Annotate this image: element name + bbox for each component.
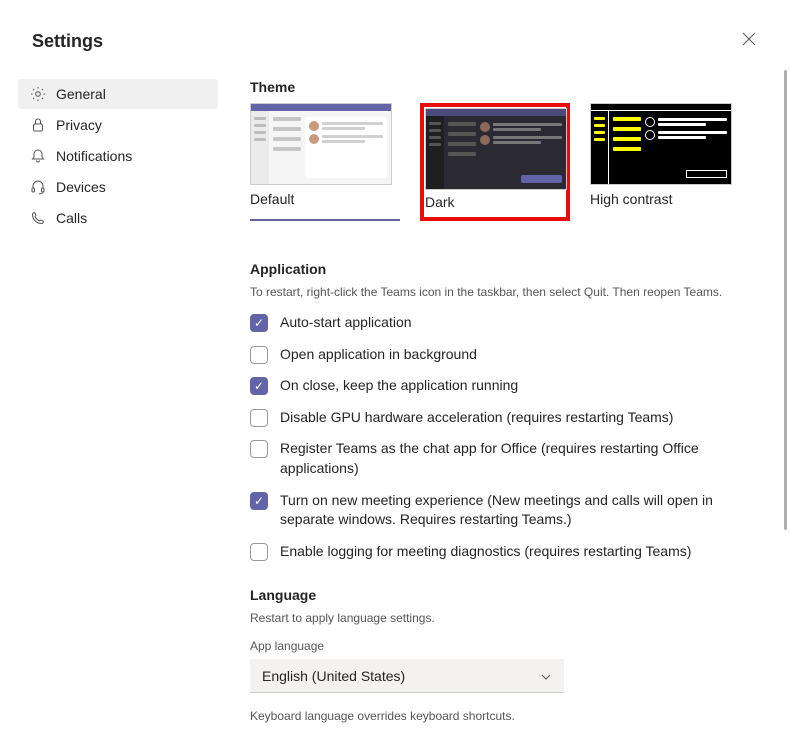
checkbox-row-register-chat: Register Teams as the chat app for Offic… — [250, 439, 760, 478]
app-language-label: App language — [250, 639, 760, 653]
sidebar-item-general[interactable]: General — [18, 79, 218, 109]
sidebar-item-label: Privacy — [56, 117, 102, 133]
language-section: Language Restart to apply language setti… — [250, 587, 760, 723]
theme-heading: Theme — [250, 79, 760, 95]
page-title: Settings — [32, 31, 103, 52]
application-subtext: To restart, right-click the Teams icon i… — [250, 285, 760, 299]
scrollbar[interactable] — [784, 70, 787, 530]
application-heading: Application — [250, 261, 760, 277]
sidebar-item-label: General — [56, 86, 106, 102]
close-icon[interactable] — [734, 28, 764, 55]
checkbox-row-open-background: Open application in background — [250, 345, 760, 365]
sidebar-item-privacy[interactable]: Privacy — [18, 110, 218, 140]
theme-option-default[interactable]: Default — [250, 103, 400, 221]
sidebar-item-notifications[interactable]: Notifications — [18, 141, 218, 171]
theme-section: Theme — [250, 79, 760, 221]
checkbox-label: On close, keep the application running — [280, 376, 518, 396]
sidebar-item-label: Devices — [56, 179, 106, 195]
theme-option-dark[interactable]: Dark — [420, 103, 570, 221]
theme-preview-dark — [425, 108, 567, 190]
checkbox-disable-gpu[interactable] — [250, 409, 268, 427]
checkbox-row-new-meeting: Turn on new meeting experience (New meet… — [250, 491, 760, 530]
bell-icon — [30, 148, 46, 164]
checkbox-label: Open application in background — [280, 345, 477, 365]
headset-icon — [30, 179, 46, 195]
checkbox-new-meeting[interactable] — [250, 492, 268, 510]
keyboard-note: Keyboard language overrides keyboard sho… — [250, 709, 760, 723]
app-language-value: English (United States) — [262, 668, 405, 684]
app-language-select[interactable]: English (United States) — [250, 659, 564, 693]
checkbox-label: Auto-start application — [280, 313, 412, 333]
checkbox-label: Turn on new meeting experience (New meet… — [280, 491, 760, 530]
checkbox-open-background[interactable] — [250, 346, 268, 364]
sidebar-item-label: Calls — [56, 210, 87, 226]
checkbox-row-enable-logging: Enable logging for meeting diagnostics (… — [250, 542, 760, 562]
checkbox-row-on-close: On close, keep the application running — [250, 376, 760, 396]
theme-preview-high-contrast — [590, 103, 732, 185]
sidebar-item-calls[interactable]: Calls — [18, 203, 218, 233]
language-heading: Language — [250, 587, 760, 603]
checkbox-label: Disable GPU hardware acceleration (requi… — [280, 408, 673, 428]
theme-option-high-contrast[interactable]: High contrast — [590, 103, 740, 221]
lock-icon — [30, 117, 46, 133]
checkbox-label: Enable logging for meeting diagnostics (… — [280, 542, 691, 562]
sidebar: General Privacy Notifications Devices Ca — [18, 71, 218, 749]
theme-label: Default — [250, 191, 400, 211]
gear-icon — [30, 86, 46, 102]
chevron-down-icon — [540, 670, 552, 682]
checkbox-row-auto-start: Auto-start application — [250, 313, 760, 333]
theme-preview-default — [250, 103, 392, 185]
checkbox-auto-start[interactable] — [250, 314, 268, 332]
language-subtext: Restart to apply language settings. — [250, 611, 760, 625]
checkbox-enable-logging[interactable] — [250, 543, 268, 561]
sidebar-item-label: Notifications — [56, 148, 132, 164]
checkbox-on-close[interactable] — [250, 377, 268, 395]
application-section: Application To restart, right-click the … — [250, 261, 760, 561]
checkbox-register-chat[interactable] — [250, 440, 268, 458]
phone-icon — [30, 210, 46, 226]
checkbox-label: Register Teams as the chat app for Offic… — [280, 439, 760, 478]
checkbox-row-disable-gpu: Disable GPU hardware acceleration (requi… — [250, 408, 760, 428]
theme-label: High contrast — [590, 191, 740, 211]
sidebar-item-devices[interactable]: Devices — [18, 172, 218, 202]
theme-label: Dark — [425, 194, 565, 214]
